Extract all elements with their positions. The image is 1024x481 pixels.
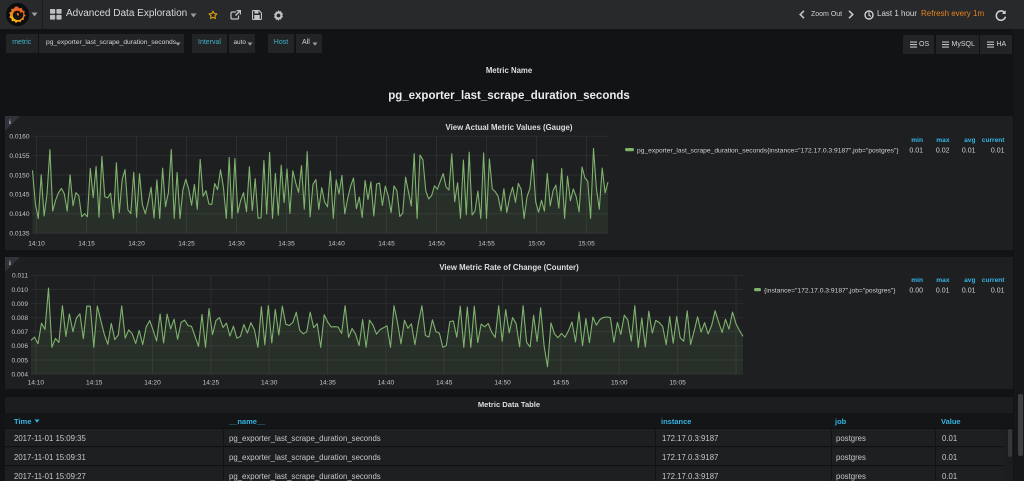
svg-text:{instance="172.17.0.3:9187",jo: {instance="172.17.0.3:9187",job="postgre… [764, 288, 896, 295]
svg-text:0.01: 0.01 [991, 148, 1005, 155]
svg-text:max: max [936, 137, 950, 144]
svg-text:0.01: 0.01 [909, 148, 923, 155]
svg-text:pg_exporter_last_scrape_durati: pg_exporter_last_scrape_duration_seconds… [637, 148, 899, 155]
svg-text:min: min [911, 137, 923, 144]
svg-text:current: current [982, 277, 1006, 284]
svg-text:0.01: 0.01 [991, 288, 1005, 295]
svg-text:0.02: 0.02 [936, 148, 950, 155]
svg-text:0.01: 0.01 [936, 288, 950, 295]
svg-text:0.01: 0.01 [962, 148, 976, 155]
svg-text:0.01: 0.01 [962, 288, 976, 295]
svg-text:current: current [982, 137, 1006, 144]
svg-text:0.00: 0.00 [909, 288, 923, 295]
svg-text:min: min [911, 277, 923, 284]
svg-text:avg: avg [964, 277, 975, 284]
svg-text:avg: avg [964, 137, 975, 144]
svg-text:max: max [936, 277, 950, 284]
